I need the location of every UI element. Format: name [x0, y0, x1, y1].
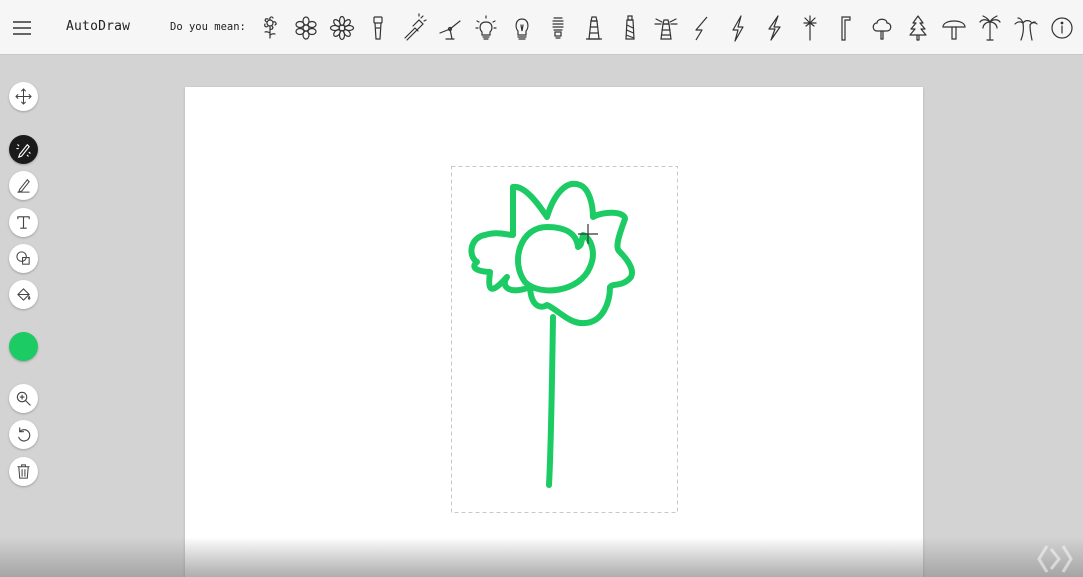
watermark-logo-icon	[1037, 545, 1073, 573]
draw-tool-button[interactable]	[9, 171, 38, 200]
pine-tree-icon[interactable]	[900, 9, 936, 47]
pipe-icon[interactable]	[828, 9, 864, 47]
type-tool-button[interactable]	[9, 208, 38, 237]
lightning-icon[interactable]	[684, 9, 720, 47]
bolt-icon[interactable]	[720, 9, 756, 47]
sparkler-icon[interactable]	[792, 9, 828, 47]
selection-box[interactable]	[451, 166, 678, 513]
select-tool-button[interactable]	[9, 82, 38, 111]
mushroom-icon[interactable]	[936, 9, 972, 47]
trash-icon	[17, 464, 30, 479]
lighthouse-beam-icon[interactable]	[648, 9, 684, 47]
autodraw-tool-button[interactable]	[9, 135, 38, 164]
autodraw-pen-icon	[16, 143, 31, 158]
drawing-layer	[451, 166, 678, 513]
light-bulb-icon[interactable]	[468, 9, 504, 47]
shapes-icon	[16, 251, 30, 265]
undo-tool-button[interactable]	[9, 420, 38, 449]
paint-bucket-icon	[17, 288, 31, 301]
flower-icon[interactable]	[252, 9, 288, 47]
text-icon	[17, 216, 30, 229]
flower-sketch[interactable]	[468, 180, 635, 488]
zoom-in-icon	[16, 391, 31, 406]
lighthouse-tower-icon[interactable]	[612, 9, 648, 47]
color-picker-swatch[interactable]	[9, 332, 38, 361]
app-title[interactable]: AutoDraw	[66, 19, 130, 34]
bulb-icon[interactable]	[504, 9, 540, 47]
shape-tool-button[interactable]	[9, 244, 38, 273]
snowflake-icon[interactable]	[288, 9, 324, 47]
suggestions-label: Do you mean:	[170, 21, 246, 33]
tool-sidebar	[0, 55, 46, 577]
move-arrows-icon	[15, 88, 32, 105]
undo-icon	[18, 427, 31, 442]
torch-icon[interactable]	[396, 9, 432, 47]
cfl-bulb-icon[interactable]	[540, 9, 576, 47]
top-bar: AutoDraw Do you mean:	[0, 0, 1083, 55]
info-icon[interactable]	[1044, 9, 1080, 47]
daisy-icon[interactable]	[324, 9, 360, 47]
fill-tool-button[interactable]	[9, 280, 38, 309]
canvas-bottom-fade	[185, 537, 923, 577]
wind-turbine-icon[interactable]	[432, 9, 468, 47]
lighthouse-icon[interactable]	[576, 9, 612, 47]
menu-icon[interactable]	[12, 19, 32, 37]
thunder-icon[interactable]	[756, 9, 792, 47]
pencil-icon	[17, 179, 30, 193]
palm-trees-icon[interactable]	[1008, 9, 1044, 47]
flashlight-icon[interactable]	[360, 9, 396, 47]
suggestions-list	[252, 9, 1080, 47]
tree-icon[interactable]	[864, 9, 900, 47]
palm-tree-icon[interactable]	[972, 9, 1008, 47]
drawing-canvas[interactable]	[185, 87, 923, 577]
zoom-tool-button[interactable]	[9, 384, 38, 413]
delete-tool-button[interactable]	[9, 457, 38, 486]
